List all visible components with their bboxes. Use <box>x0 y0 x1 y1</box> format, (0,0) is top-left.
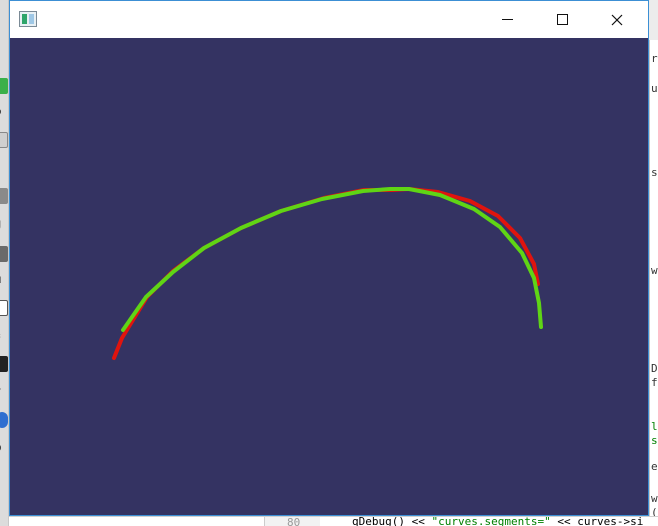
code-fragment: sg <box>651 166 658 179</box>
code-fragment: ly <box>651 420 658 433</box>
toolbar-icon[interactable] <box>0 188 8 204</box>
background-code-editor-bottom: 80 qDebug() << "curves.segments=" << cur… <box>9 516 658 526</box>
app-window <box>9 0 649 516</box>
toolbar-icon[interactable] <box>0 412 8 428</box>
desktop: o t g u c y p re ur sg wC Da fl ly sg er… <box>0 0 658 526</box>
toolbar-icon[interactable] <box>0 78 8 94</box>
toolbar-icon[interactable] <box>0 246 8 262</box>
code-fragment: ur <box>651 82 658 95</box>
code-text: << curves->si <box>550 516 644 526</box>
toolbar-letter: c <box>0 328 8 344</box>
toolbar-letter: u <box>0 272 8 288</box>
toolbar-letter: p <box>0 440 8 456</box>
render-viewport[interactable] <box>10 38 648 515</box>
toolbar-letter: o <box>0 104 8 120</box>
code-fragment: wC <box>651 492 658 505</box>
minimize-button[interactable] <box>484 1 530 38</box>
background-code-editor-right: re ur sg wC Da fl ly sg er wC () <box>649 40 658 526</box>
toolbar-letter: g <box>0 216 8 232</box>
code-fragment: er <box>651 460 658 473</box>
code-text: qDebug() << <box>352 516 432 526</box>
background-app-toolbar: o t g u c y p <box>0 0 9 526</box>
toolbar-icon[interactable] <box>0 132 8 148</box>
title-bar[interactable] <box>10 1 648 38</box>
toolbar-letter: y <box>0 384 8 400</box>
code-fragment: Da <box>651 362 658 375</box>
red-curve <box>112 187 540 360</box>
minimize-icon <box>501 19 513 20</box>
line-number: 80 <box>287 516 301 526</box>
code-line: qDebug() << "curves.segments=" << curves… <box>352 516 644 526</box>
maximize-icon <box>556 14 568 25</box>
close-icon <box>611 14 623 25</box>
toolbar-letter: t <box>0 160 8 176</box>
code-fragment: sg <box>651 434 658 447</box>
close-button[interactable] <box>594 1 640 38</box>
code-fragment: re <box>651 52 658 65</box>
curve-canvas <box>112 187 543 360</box>
code-string: "curves.segments=" <box>431 516 551 526</box>
code-fragment: fl <box>651 376 658 389</box>
toolbar-icon[interactable] <box>0 300 8 316</box>
app-icon[interactable] <box>19 11 37 27</box>
toolbar-icon[interactable] <box>0 356 8 372</box>
code-fragment: wC <box>651 264 658 277</box>
maximize-button[interactable] <box>539 1 585 38</box>
